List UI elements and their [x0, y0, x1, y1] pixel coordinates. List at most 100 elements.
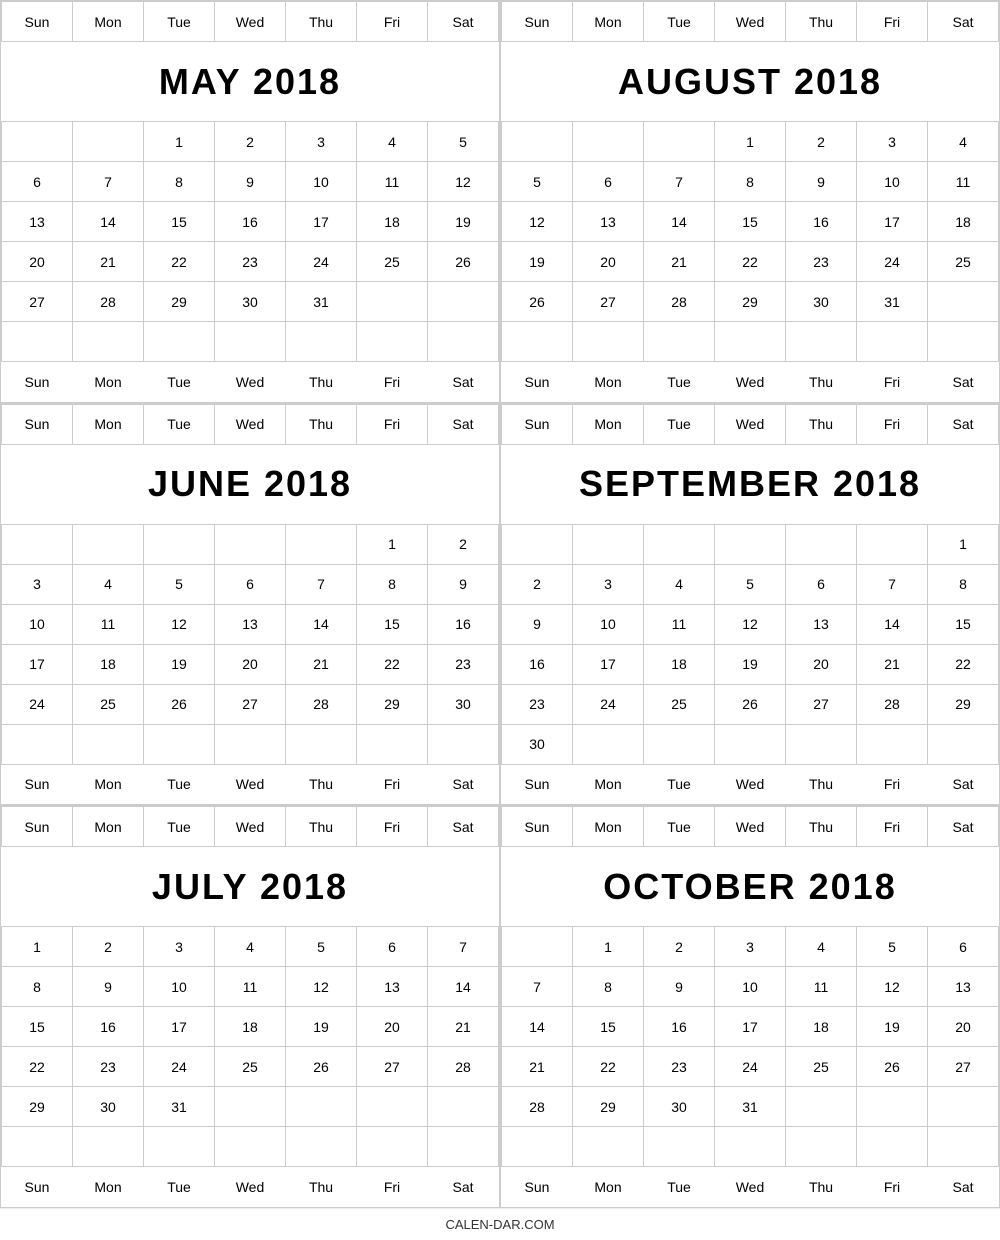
calendar-day[interactable]: [573, 122, 644, 162]
calendar-day[interactable]: 10: [715, 967, 786, 1007]
calendar-day[interactable]: 16: [428, 604, 499, 644]
calendar-day[interactable]: [144, 724, 215, 764]
calendar-day[interactable]: 18: [644, 644, 715, 684]
calendar-day[interactable]: 29: [144, 282, 215, 322]
calendar-day[interactable]: [573, 724, 644, 764]
calendar-day[interactable]: 8: [2, 967, 73, 1007]
calendar-day[interactable]: 17: [2, 644, 73, 684]
calendar-day[interactable]: 12: [715, 604, 786, 644]
calendar-day[interactable]: [2, 122, 73, 162]
calendar-day[interactable]: 2: [644, 927, 715, 967]
calendar-day[interactable]: 6: [357, 927, 428, 967]
calendar-day[interactable]: 27: [215, 684, 286, 724]
calendar-day[interactable]: 14: [73, 202, 144, 242]
calendar-day[interactable]: 19: [715, 644, 786, 684]
calendar-day[interactable]: [357, 1087, 428, 1127]
calendar-day[interactable]: [502, 1127, 573, 1167]
calendar-day[interactable]: 11: [786, 967, 857, 1007]
calendar-day[interactable]: 1: [573, 927, 644, 967]
calendar-day[interactable]: [644, 724, 715, 764]
calendar-day[interactable]: 26: [286, 1047, 357, 1087]
calendar-day[interactable]: 30: [502, 724, 573, 764]
calendar-day[interactable]: 22: [928, 644, 999, 684]
calendar-day[interactable]: 21: [644, 242, 715, 282]
calendar-day[interactable]: 31: [144, 1087, 215, 1127]
calendar-day[interactable]: 24: [573, 684, 644, 724]
calendar-day[interactable]: 29: [573, 1087, 644, 1127]
calendar-day[interactable]: 21: [428, 1007, 499, 1047]
calendar-day[interactable]: 28: [502, 1087, 573, 1127]
calendar-day[interactable]: 26: [715, 684, 786, 724]
calendar-day[interactable]: 24: [286, 242, 357, 282]
calendar-day[interactable]: 5: [857, 927, 928, 967]
calendar-day[interactable]: 26: [144, 684, 215, 724]
calendar-day[interactable]: 17: [715, 1007, 786, 1047]
calendar-day[interactable]: [715, 1127, 786, 1167]
calendar-day[interactable]: 9: [502, 604, 573, 644]
calendar-day[interactable]: 20: [2, 242, 73, 282]
calendar-day[interactable]: 22: [715, 242, 786, 282]
calendar-day[interactable]: 18: [928, 202, 999, 242]
calendar-day[interactable]: 13: [357, 967, 428, 1007]
calendar-day[interactable]: 10: [573, 604, 644, 644]
calendar-day[interactable]: 12: [428, 162, 499, 202]
calendar-day[interactable]: 20: [786, 644, 857, 684]
calendar-day[interactable]: 15: [357, 604, 428, 644]
calendar-day[interactable]: 2: [786, 122, 857, 162]
calendar-day[interactable]: 11: [644, 604, 715, 644]
calendar-day[interactable]: 12: [144, 604, 215, 644]
calendar-day[interactable]: [2, 524, 73, 564]
calendar-day[interactable]: 24: [715, 1047, 786, 1087]
calendar-day[interactable]: 4: [73, 564, 144, 604]
calendar-day[interactable]: [786, 1087, 857, 1127]
calendar-day[interactable]: 7: [502, 967, 573, 1007]
calendar-day[interactable]: 27: [2, 282, 73, 322]
calendar-day[interactable]: 14: [286, 604, 357, 644]
calendar-day[interactable]: [573, 322, 644, 362]
calendar-day[interactable]: [857, 724, 928, 764]
calendar-day[interactable]: 23: [502, 684, 573, 724]
calendar-day[interactable]: 11: [73, 604, 144, 644]
calendar-day[interactable]: [502, 122, 573, 162]
calendar-day[interactable]: [286, 1127, 357, 1167]
calendar-day[interactable]: [357, 282, 428, 322]
calendar-day[interactable]: 8: [573, 967, 644, 1007]
calendar-day[interactable]: 30: [644, 1087, 715, 1127]
calendar-day[interactable]: [286, 322, 357, 362]
calendar-day[interactable]: [502, 927, 573, 967]
calendar-day[interactable]: 25: [215, 1047, 286, 1087]
calendar-day[interactable]: [786, 322, 857, 362]
calendar-day[interactable]: 24: [2, 684, 73, 724]
calendar-day[interactable]: 2: [73, 927, 144, 967]
calendar-day[interactable]: 13: [215, 604, 286, 644]
calendar-day[interactable]: [715, 322, 786, 362]
calendar-day[interactable]: 6: [2, 162, 73, 202]
calendar-day[interactable]: [215, 322, 286, 362]
calendar-day[interactable]: 4: [644, 564, 715, 604]
calendar-day[interactable]: 15: [144, 202, 215, 242]
calendar-day[interactable]: [144, 524, 215, 564]
calendar-day[interactable]: 1: [144, 122, 215, 162]
calendar-day[interactable]: 1: [2, 927, 73, 967]
calendar-day[interactable]: 23: [786, 242, 857, 282]
calendar-day[interactable]: [428, 1127, 499, 1167]
calendar-day[interactable]: 11: [928, 162, 999, 202]
calendar-day[interactable]: 30: [786, 282, 857, 322]
calendar-day[interactable]: [857, 1087, 928, 1127]
calendar-day[interactable]: 30: [428, 684, 499, 724]
calendar-day[interactable]: [144, 322, 215, 362]
calendar-day[interactable]: 19: [502, 242, 573, 282]
calendar-day[interactable]: 29: [715, 282, 786, 322]
calendar-day[interactable]: [73, 322, 144, 362]
calendar-day[interactable]: 23: [215, 242, 286, 282]
calendar-day[interactable]: 27: [786, 684, 857, 724]
calendar-day[interactable]: 29: [357, 684, 428, 724]
calendar-day[interactable]: 15: [928, 604, 999, 644]
calendar-day[interactable]: 12: [857, 967, 928, 1007]
calendar-day[interactable]: 10: [857, 162, 928, 202]
calendar-day[interactable]: 7: [428, 927, 499, 967]
calendar-day[interactable]: 1: [357, 524, 428, 564]
calendar-day[interactable]: 26: [857, 1047, 928, 1087]
calendar-day[interactable]: [502, 322, 573, 362]
calendar-day[interactable]: [215, 524, 286, 564]
